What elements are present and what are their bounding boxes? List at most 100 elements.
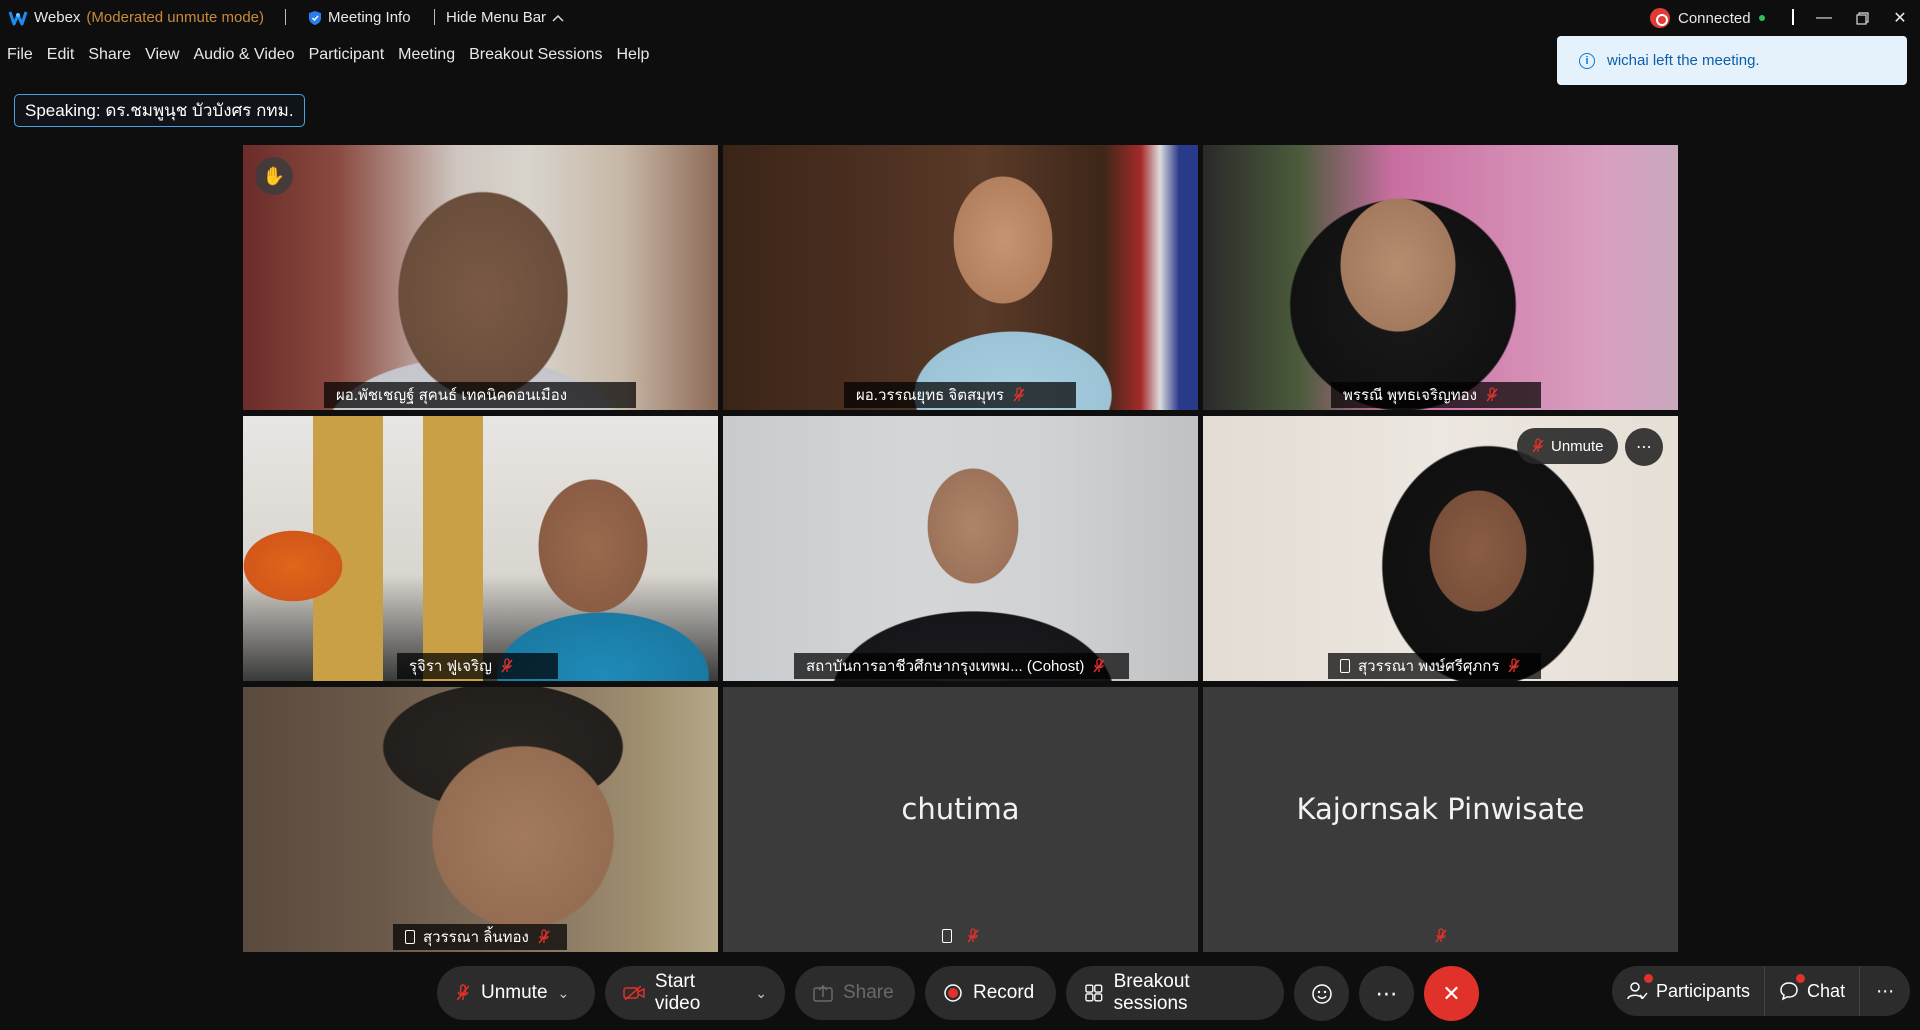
video-tile[interactable]: Unmute ⋯ สุวรรณา พงษ์ศรีศุภกร	[1203, 416, 1678, 681]
record-label: Record	[973, 982, 1035, 1003]
participant-nameplate: สถาบันการอาชีวศึกษากรุงเทพม... (Cohost)	[794, 653, 1129, 679]
more-options-button[interactable]: ⋯	[1359, 966, 1414, 1021]
record-icon	[944, 984, 962, 1002]
recording-indicator-icon	[1650, 8, 1670, 28]
mic-muted-icon	[1508, 658, 1520, 673]
menu-share[interactable]: Share	[81, 44, 138, 70]
participants-label: Participants	[1656, 980, 1751, 1001]
minimize-button[interactable]: —	[1806, 4, 1842, 32]
smiley-icon	[1311, 983, 1332, 1004]
more-icon: ⋯	[1876, 980, 1895, 1001]
video-tile[interactable]: รุจิรา ฟูเจริญ	[243, 416, 718, 681]
hide-menu-bar-button[interactable]: Hide Menu Bar	[446, 9, 564, 26]
raise-hand-icon[interactable]: ✋	[255, 157, 293, 195]
start-video-label: Start video	[654, 971, 701, 1014]
meeting-info-button[interactable]: Meeting Info	[308, 9, 411, 26]
participant-nameplate: รุจิรา ฟูเจริญ	[397, 653, 558, 679]
participant-name: Kajornsak Pinwisate	[1296, 792, 1585, 826]
menu-help[interactable]: Help	[610, 44, 657, 70]
shield-icon	[309, 10, 321, 25]
video-tile[interactable]: สุวรรณา ลิ้นทอง	[243, 687, 718, 952]
mic-muted-icon	[1093, 658, 1105, 673]
participant-nameplate: สุวรรณา พงษ์ศรีศุภกร	[1328, 653, 1541, 679]
mic-muted-icon	[966, 928, 979, 943]
leave-meeting-button[interactable]: ✕	[1424, 966, 1479, 1021]
share-icon	[813, 984, 833, 1002]
panel-buttons: Participants Chat ⋯	[1612, 966, 1911, 1016]
separator	[285, 9, 286, 25]
separator	[1792, 9, 1794, 25]
close-icon: ✕	[1442, 980, 1461, 1006]
minimize-icon: —	[1816, 9, 1832, 26]
video-tile[interactable]: chutima	[723, 687, 1198, 952]
video-tile[interactable]: Kajornsak Pinwisate	[1203, 687, 1678, 952]
restore-icon	[1855, 11, 1869, 25]
mic-muted-icon	[501, 658, 513, 673]
share-button[interactable]: Share	[795, 966, 915, 1020]
start-video-button[interactable]: Start video ⌄	[605, 966, 785, 1020]
separator	[434, 9, 435, 25]
participant-nameplate: ผอ.พัชเชญฐ์ สุคนธ์ เทคนิคดอนเมือง	[324, 382, 636, 408]
menu-view[interactable]: View	[138, 44, 186, 70]
menu-participant[interactable]: Participant	[302, 44, 392, 70]
webex-logo-icon	[8, 11, 28, 26]
unmute-label: Unmute	[481, 982, 548, 1003]
connection-status[interactable]: Connected	[1650, 8, 1765, 28]
reactions-button[interactable]	[1294, 966, 1349, 1021]
menu-meeting[interactable]: Meeting	[391, 44, 462, 70]
chat-icon	[1780, 982, 1798, 1001]
video-tile[interactable]: ผอ.วรรณยุทธ จิตสมุทร	[723, 145, 1198, 410]
notification-badge	[1644, 974, 1653, 983]
participant-nameplate: ผอ.วรรณยุทธ จิตสมุทร	[844, 382, 1076, 408]
breakout-sessions-button[interactable]: Breakout sessions	[1066, 966, 1284, 1020]
participant-figure	[1203, 145, 1678, 410]
menu-file[interactable]: File	[0, 44, 40, 70]
more-icon: ⋯	[1636, 439, 1652, 456]
video-tile[interactable]: ✋ ผอ.พัชเชญฐ์ สุคนธ์ เทคนิคดอนเมือง	[243, 145, 718, 410]
mic-muted-icon	[1532, 438, 1544, 453]
participants-button[interactable]: Participants	[1612, 966, 1765, 1016]
video-tile[interactable]: สถาบันการอาชีวศึกษากรุงเทพม... (Cohost)	[723, 416, 1198, 681]
notification-toast: i wichai left the meeting.	[1557, 36, 1907, 85]
participant-status	[723, 928, 1198, 944]
record-button[interactable]: Record	[925, 966, 1056, 1020]
phone-icon	[941, 929, 952, 943]
breakout-icon	[1085, 984, 1103, 1002]
title-bar: Webex (Moderated unmute mode) Meeting Inf…	[0, 0, 1920, 36]
video-off-icon	[623, 985, 645, 1001]
notification-text: wichai left the meeting.	[1607, 52, 1760, 69]
panel-more-button[interactable]: ⋯	[1860, 966, 1911, 1016]
info-icon: i	[1579, 52, 1595, 69]
menu-edit[interactable]: Edit	[40, 44, 82, 70]
phone-icon	[1340, 659, 1350, 673]
chevron-down-icon[interactable]: ⌄	[558, 985, 570, 1002]
menu-audio-video[interactable]: Audio & Video	[186, 44, 301, 70]
close-button[interactable]: ✕	[1882, 4, 1918, 32]
chat-button[interactable]: Chat	[1765, 966, 1860, 1016]
participant-name: ผอ.พัชเชญฐ์ สุคนธ์ เทคนิคดอนเมือง	[336, 387, 568, 404]
menu-bar: File Edit Share View Audio & Video Parti…	[0, 44, 656, 70]
hide-menu-bar-label: Hide Menu Bar	[446, 9, 547, 26]
unmute-mode-label: (Moderated unmute mode)	[86, 9, 265, 26]
video-tile[interactable]: พรรณี พุทธเจริญทอง	[1203, 145, 1678, 410]
participant-figure	[243, 687, 718, 952]
participants-icon	[1627, 982, 1648, 1000]
participant-figure	[723, 416, 1198, 681]
active-speaker-label: Speaking: ดร.ชมพูนุช บัวบังศร กทม.	[14, 94, 305, 127]
breakout-sessions-label: Breakout sessions	[1113, 971, 1190, 1014]
unmute-button[interactable]: Unmute ⌄	[437, 966, 595, 1020]
more-icon: ⋯	[1375, 980, 1398, 1006]
mic-muted-icon	[456, 984, 470, 1001]
participant-nameplate: สุวรรณา ลิ้นทอง	[393, 924, 567, 950]
chevron-up-icon	[552, 14, 564, 22]
close-icon: ✕	[1893, 10, 1907, 27]
participant-more-button[interactable]: ⋯	[1625, 428, 1663, 466]
restore-button[interactable]	[1844, 4, 1880, 32]
participant-status	[1203, 928, 1678, 944]
menu-breakout-sessions[interactable]: Breakout Sessions	[462, 44, 609, 70]
connected-dot-icon	[1758, 15, 1765, 21]
participant-unmute-button[interactable]: Unmute	[1517, 428, 1618, 464]
mic-muted-icon	[1486, 387, 1498, 402]
phone-icon	[405, 930, 415, 944]
chevron-down-icon[interactable]: ⌄	[755, 985, 767, 1002]
